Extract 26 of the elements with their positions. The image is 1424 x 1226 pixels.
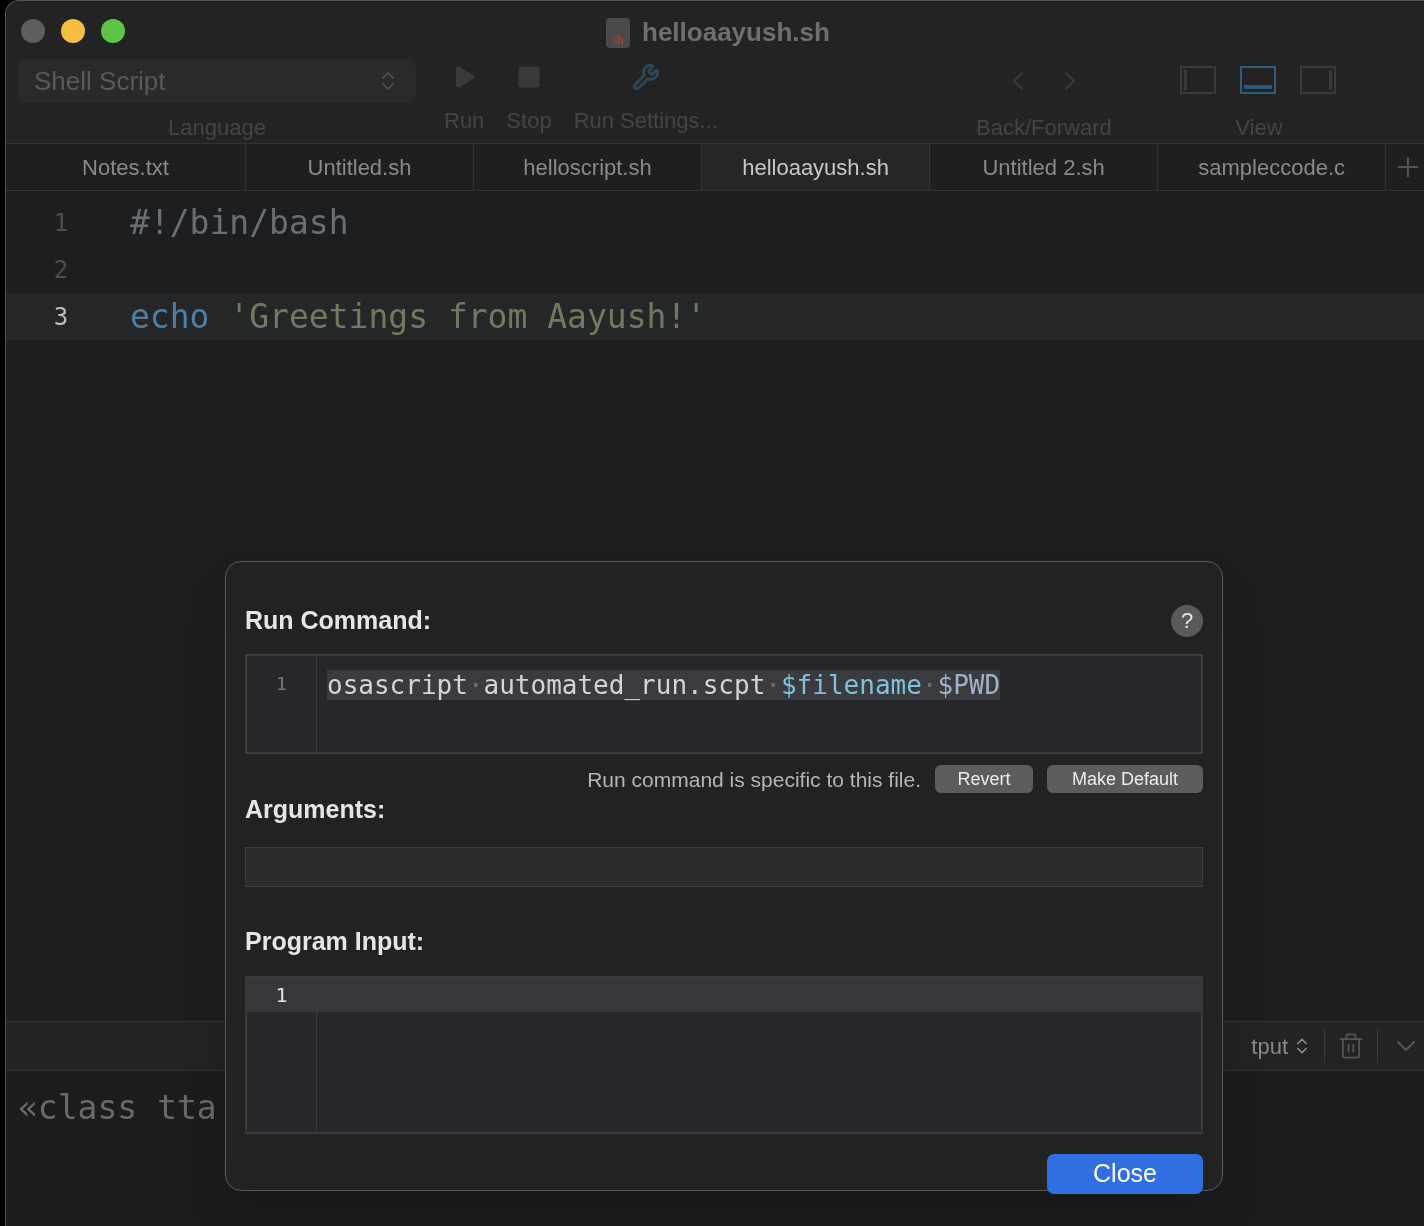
note-text: Run command is specific to this file.: [587, 766, 921, 793]
file-tab[interactable]: helloaayush.sh: [702, 144, 931, 190]
trash-icon[interactable]: [1337, 1032, 1365, 1060]
layout-toggle[interactable]: [1239, 66, 1278, 96]
zoom-window-button[interactable]: [101, 19, 125, 43]
close-button[interactable]: Close: [1047, 1154, 1203, 1194]
window-title: helloaayush.sh: [642, 16, 830, 49]
output-selector[interactable]: tput: [1251, 1029, 1312, 1063]
program-input-editor[interactable]: 1: [245, 976, 1203, 1134]
file-icon: sh: [606, 17, 630, 48]
line-number: 3: [52, 301, 70, 333]
section-label: Program Input:: [245, 925, 426, 957]
help-button[interactable]: ?: [1171, 604, 1203, 637]
dialog-button[interactable]: Revert: [935, 765, 1033, 794]
minimize-window-button[interactable]: [61, 19, 85, 43]
section-label: Arguments:: [245, 794, 387, 825]
wrench-icon: [631, 63, 660, 91]
section-label: Run Command:: [245, 605, 432, 636]
command-editor[interactable]: 1 osascript·automated_run.scpt·$filename·$PWD: [245, 653, 1203, 754]
output-text: «class tta: [18, 1088, 217, 1127]
command-text: osascript·automated_run.scpt·$filename·$PWD: [327, 669, 1001, 700]
line-number: 1: [247, 655, 317, 752]
arguments-field[interactable]: [245, 846, 1203, 887]
line-number: 1: [247, 978, 317, 1012]
close-window-button[interactable]: [21, 19, 45, 43]
dialog-button[interactable]: Make Default: [1047, 765, 1203, 794]
